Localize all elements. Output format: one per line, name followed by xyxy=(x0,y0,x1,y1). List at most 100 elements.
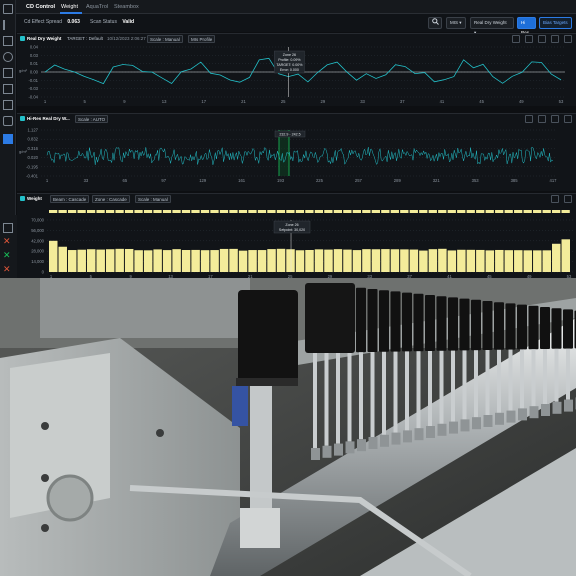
effect-spread: Cd Effect Spread 0.063 xyxy=(24,19,80,25)
gauge-icon[interactable] xyxy=(3,52,13,62)
x-tick-label: 9 xyxy=(123,99,126,104)
bias-targets-button[interactable]: Bias Targets xyxy=(539,17,572,29)
actuator-head xyxy=(482,301,493,350)
y-tick-label: -0.03 xyxy=(28,86,38,91)
y-tick-label: 0 xyxy=(42,270,45,275)
y-tick-label: 0.00 xyxy=(30,70,39,75)
actuator-valve xyxy=(414,428,424,441)
actuator-stem xyxy=(508,349,513,411)
y-tick-label: -0.401 xyxy=(26,174,39,179)
actuator-stem xyxy=(451,350,455,422)
actuator-stem xyxy=(347,352,352,442)
grid-icon[interactable] xyxy=(3,36,13,46)
zone-indicator xyxy=(96,210,105,213)
alarm-icon[interactable] xyxy=(3,116,13,126)
actuator-head xyxy=(413,293,424,352)
actuator-bar xyxy=(362,249,371,272)
actuator-head xyxy=(436,296,447,351)
zone-indicator xyxy=(371,210,380,213)
actuator-head xyxy=(425,295,435,351)
steambox-hardware-photo xyxy=(0,278,576,576)
zone-indicator xyxy=(390,210,399,213)
y-axis-label: g/m² xyxy=(19,68,28,73)
actuator-bar xyxy=(381,249,390,272)
zone-indicator xyxy=(162,210,172,213)
actuator-bar xyxy=(542,250,552,272)
zone-indicator xyxy=(77,210,86,213)
mis-select[interactable]: MIS ▾ xyxy=(446,17,466,29)
zone-indicator xyxy=(428,210,437,213)
dashboard-icon[interactable] xyxy=(3,20,13,30)
zone-indicator xyxy=(49,210,58,213)
zone-indicator xyxy=(552,210,561,213)
zone-indicator xyxy=(67,210,77,213)
actuator-bar xyxy=(77,249,86,272)
hi-res-chart: 1.127 0.832 0.316 0.020 -0.195 -0.401 1 33 65 97 1… xyxy=(19,128,557,184)
tooltip-line: Zone 26 xyxy=(283,53,296,57)
zone-indicator xyxy=(523,210,532,213)
close-icon[interactable]: ✕ xyxy=(3,237,13,247)
actuator-valve xyxy=(449,421,458,434)
search-button[interactable] xyxy=(428,17,442,29)
actuator-valve xyxy=(541,404,550,416)
hi-res-button[interactable]: Hi Res xyxy=(517,17,536,35)
tooltip-line: Zone 26 xyxy=(285,223,298,227)
settings-icon[interactable] xyxy=(3,100,13,110)
actuator-stem xyxy=(416,351,421,429)
actuator-bar xyxy=(447,250,457,272)
tooltip-line: Setpoint: 30,020 xyxy=(279,228,305,232)
tab-bar: CD Control Weight AquaTrol Steambox xyxy=(16,0,576,14)
zone-indicator xyxy=(504,210,513,213)
home-icon[interactable] xyxy=(3,4,13,14)
x-tick-label: 17 xyxy=(201,99,206,104)
zone-indicator xyxy=(191,210,200,213)
x-tick-label: 49 xyxy=(519,99,524,104)
y-tick-label: -0.01 xyxy=(28,78,38,83)
profile-chart: 0.04 0.03 0.01 0.00 -0.01 -0.03 -0.04 1 5 9 13 17 21… xyxy=(19,45,565,104)
actuator-bar xyxy=(134,250,143,272)
actuator-valve xyxy=(472,417,481,430)
weight-panel: Weight Beam : Cascade Zone : Cascade Sca… xyxy=(17,193,576,279)
scan-status: Scan Status Valid xyxy=(90,19,134,25)
zone-indicator xyxy=(153,210,162,213)
x-tick-label: 25 xyxy=(281,99,286,104)
actuator-bar xyxy=(485,250,495,272)
x-tick-label: 13 xyxy=(162,99,167,104)
x-tick-label: 289 xyxy=(394,178,402,183)
check-icon[interactable]: ✕ xyxy=(3,251,13,261)
zone-indicator xyxy=(115,210,124,213)
zone-indicator xyxy=(267,210,276,213)
x-tick-label: 33 xyxy=(84,178,89,183)
zone-indicator xyxy=(86,210,96,213)
actuator-valve xyxy=(460,419,470,432)
zone-indicator xyxy=(248,210,257,213)
trend-icon[interactable] xyxy=(3,84,13,94)
actuator-stem xyxy=(324,352,329,446)
actuator-bar xyxy=(181,250,191,272)
actuator-stem xyxy=(531,349,536,407)
x-tick-label: 385 xyxy=(511,178,519,183)
actuator-bar xyxy=(115,248,124,272)
zone-indicator xyxy=(210,210,219,213)
measurement-select[interactable]: Real Dry Weight ▾ xyxy=(470,17,514,35)
actuator-bar xyxy=(86,249,96,272)
actuator-valve xyxy=(368,437,378,449)
report-icon[interactable] xyxy=(3,68,13,78)
tab-steambox[interactable]: Steambox xyxy=(114,0,139,14)
list-icon[interactable] xyxy=(3,223,13,233)
actuator-head xyxy=(448,297,458,351)
cd-control-icon[interactable] xyxy=(3,134,13,144)
zone-indicator xyxy=(561,210,570,213)
zone-indicator xyxy=(295,210,305,213)
actuator-head xyxy=(356,287,366,353)
alert-icon[interactable]: ✕ xyxy=(3,265,13,275)
actuator-stem xyxy=(543,349,547,404)
actuator-bar xyxy=(390,249,400,272)
tab-cd-control[interactable]: CD Control xyxy=(26,0,55,14)
actuator-bar xyxy=(172,249,181,272)
tab-aquatrol[interactable]: AquaTrol xyxy=(86,0,108,14)
zone-indicator xyxy=(514,210,523,213)
actuator-head xyxy=(367,289,378,352)
zone-indicator xyxy=(409,210,418,213)
actuator-valve xyxy=(357,439,366,452)
